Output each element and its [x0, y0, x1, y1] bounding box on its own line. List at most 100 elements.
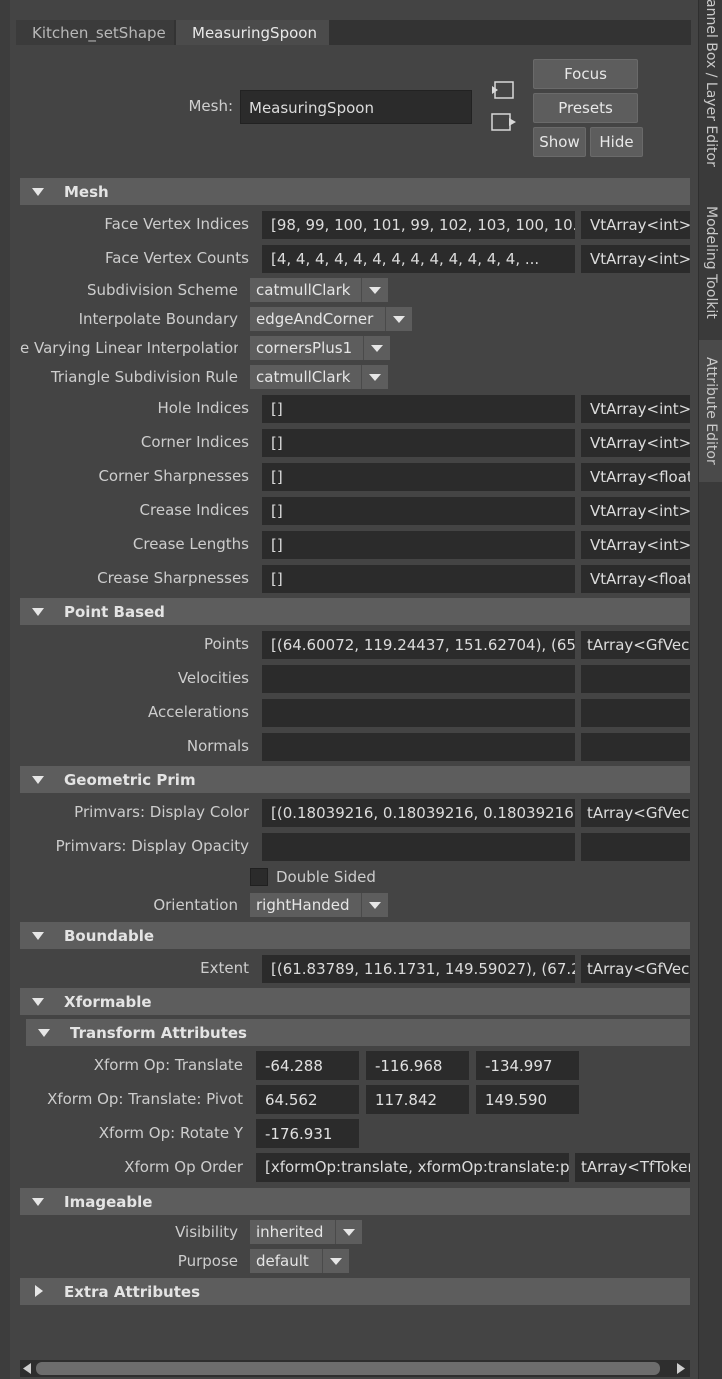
- left-border: [0, 0, 10, 1379]
- face-vertex-indices-field[interactable]: [98, 99, 100, 101, 99, 102, 103, 100, 10…: [262, 211, 575, 239]
- side-tab-modeling-toolkit[interactable]: Modeling Toolkit: [699, 192, 722, 332]
- section-xformable[interactable]: Xformable: [20, 988, 690, 1015]
- normals-label: Normals: [186, 737, 249, 755]
- dropdown-value: default: [256, 1252, 309, 1270]
- collapsed-triangle-icon: [35, 1285, 43, 1297]
- points-label: Points: [203, 635, 249, 653]
- hole-indices-field[interactable]: []: [262, 395, 575, 423]
- chevron-down-icon: [361, 278, 388, 302]
- pivot-z-field[interactable]: 149.590: [476, 1085, 579, 1114]
- translate-z-field[interactable]: -134.997: [476, 1051, 579, 1080]
- velocities-label: Velocities: [177, 669, 249, 687]
- section-extra-attributes[interactable]: Extra Attributes: [20, 1278, 690, 1305]
- section-transform-attributes[interactable]: Transform Attributes: [26, 1019, 690, 1046]
- scroll-right-icon[interactable]: [676, 1363, 686, 1374]
- horizontal-scrollbar[interactable]: [20, 1360, 690, 1377]
- crease-sharpnesses-field[interactable]: []: [262, 565, 575, 593]
- triangle-subdivision-rule-label: Triangle Subdivision Rule: [50, 368, 238, 386]
- translate-x-field[interactable]: -64.288: [256, 1051, 359, 1080]
- dropdown-value: edgeAndCorner: [256, 310, 374, 328]
- rotate-y-field[interactable]: -176.931: [256, 1119, 359, 1148]
- crease-indices-type: VtArray<int>: [581, 497, 690, 525]
- presets-button[interactable]: Presets: [533, 93, 638, 123]
- section-title: Mesh: [64, 183, 109, 201]
- corner-indices-label: Corner Indices: [140, 433, 249, 451]
- orientation-label: Orientation: [153, 896, 238, 914]
- face-vertex-counts-field[interactable]: [4, 4, 4, 4, 4, 4, 4, 4, 4, 4, 4, 4, 4, …: [262, 245, 575, 273]
- interpolate-boundary-dropdown[interactable]: edgeAndCorner: [250, 307, 412, 331]
- extent-type: tArray<GfVec3: [581, 955, 690, 983]
- subdivision-scheme-dropdown[interactable]: catmullClark: [250, 278, 388, 302]
- expand-triangle-icon: [32, 998, 44, 1006]
- velocities-field[interactable]: [262, 665, 575, 693]
- pivot-x-field[interactable]: 64.562: [256, 1085, 359, 1114]
- output-connection-icon[interactable]: [491, 112, 517, 138]
- subdivision-scheme-label: Subdivision Scheme: [86, 281, 238, 299]
- normals-field[interactable]: [262, 733, 575, 761]
- hide-button[interactable]: Hide: [590, 127, 643, 157]
- show-button[interactable]: Show: [533, 127, 586, 157]
- display-opacity-field[interactable]: [262, 833, 575, 861]
- side-tab-attribute-editor[interactable]: Attribute Editor: [699, 340, 722, 482]
- face-vertex-counts-type: VtArray<int>: [581, 245, 690, 273]
- tab-measuringspoon[interactable]: MeasuringSpoon: [176, 20, 329, 45]
- display-color-field[interactable]: [(0.18039216, 0.18039216, 0.18039216)]: [262, 799, 575, 827]
- corner-sharpnesses-label: Corner Sharpnesses: [98, 467, 249, 485]
- crease-indices-field[interactable]: []: [262, 497, 575, 525]
- crease-indices-label: Crease Indices: [139, 501, 249, 519]
- corner-indices-field[interactable]: []: [262, 429, 575, 457]
- accelerations-label: Accelerations: [147, 703, 249, 721]
- crease-lengths-type: VtArray<int>: [581, 531, 690, 559]
- section-boundable[interactable]: Boundable: [20, 922, 690, 949]
- extent-field[interactable]: [(61.83789, 116.1731, 149.59027), (67.28…: [262, 955, 575, 983]
- tab-kitchen-setshape[interactable]: Kitchen_setShape: [16, 20, 174, 45]
- face-vertex-counts-label: Face Vertex Counts: [104, 249, 249, 267]
- visibility-label: Visibility: [175, 1223, 238, 1241]
- face-vertex-indices-type: VtArray<int>: [581, 211, 690, 239]
- node-tab-bar: Kitchen_setShape MeasuringSpoon: [16, 20, 691, 45]
- corner-sharpnesses-type: VtArray<float>: [581, 463, 690, 491]
- attribute-editor-panel: Kitchen_setShape MeasuringSpoon Mesh: Me…: [0, 0, 698, 1379]
- double-sided-checkbox[interactable]: [250, 868, 268, 886]
- mesh-name-field[interactable]: MeasuringSpoon: [240, 90, 472, 124]
- side-tab-label: Modeling Toolkit: [703, 205, 719, 319]
- orientation-dropdown[interactable]: rightHanded: [250, 893, 388, 917]
- scroll-left-icon[interactable]: [22, 1363, 32, 1374]
- corner-sharpnesses-field[interactable]: []: [262, 463, 575, 491]
- focus-button[interactable]: Focus: [533, 59, 638, 89]
- section-title: Imageable: [64, 1193, 153, 1211]
- scrollbar-thumb[interactable]: [36, 1362, 660, 1375]
- face-varying-interpolation-dropdown[interactable]: cornersPlus1: [250, 336, 390, 360]
- expand-triangle-icon: [32, 932, 44, 940]
- dropdown-value: inherited: [256, 1223, 324, 1241]
- section-geometric-prim[interactable]: Geometric Prim: [20, 766, 690, 793]
- triangle-subdivision-rule-dropdown[interactable]: catmullClark: [250, 365, 388, 389]
- translate-y-field[interactable]: -116.968: [366, 1051, 469, 1080]
- accelerations-field[interactable]: [262, 699, 575, 727]
- chevron-down-icon: [361, 893, 388, 917]
- face-varying-interpolation-label: e Varying Linear Interpolation: [20, 339, 238, 357]
- side-tab-label: annel Box / Layer Editor: [703, 0, 719, 167]
- crease-lengths-field[interactable]: []: [262, 531, 575, 559]
- xform-rotate-y-label: Xform Op: Rotate Y: [98, 1124, 243, 1142]
- hole-indices-type: VtArray<int>: [581, 395, 690, 423]
- velocities-type: [581, 665, 690, 693]
- section-mesh[interactable]: Mesh: [20, 178, 690, 205]
- accelerations-type: [581, 699, 690, 727]
- section-imageable[interactable]: Imageable: [20, 1188, 690, 1215]
- section-point-based[interactable]: Point Based: [20, 598, 690, 625]
- purpose-dropdown[interactable]: default: [250, 1249, 349, 1273]
- display-opacity-label: Primvars: Display Opacity: [55, 837, 249, 855]
- visibility-dropdown[interactable]: inherited: [250, 1220, 362, 1244]
- expand-triangle-icon: [32, 188, 44, 196]
- side-tab-channel-box[interactable]: annel Box / Layer Editor: [699, 0, 722, 185]
- section-title: Geometric Prim: [64, 771, 196, 789]
- crease-sharpnesses-label: Crease Sharpnesses: [97, 569, 249, 587]
- points-field[interactable]: [(64.60072, 119.24437, 151.62704), (65.0…: [262, 631, 575, 659]
- xform-op-order-field[interactable]: [xformOp:translate, xformOp:translate:pi…: [256, 1153, 569, 1182]
- input-connection-icon[interactable]: [491, 80, 515, 104]
- interpolate-boundary-label: Interpolate Boundary: [78, 310, 238, 328]
- display-color-label: Primvars: Display Color: [74, 803, 249, 821]
- crease-lengths-label: Crease Lengths: [132, 535, 249, 553]
- pivot-y-field[interactable]: 117.842: [366, 1085, 469, 1114]
